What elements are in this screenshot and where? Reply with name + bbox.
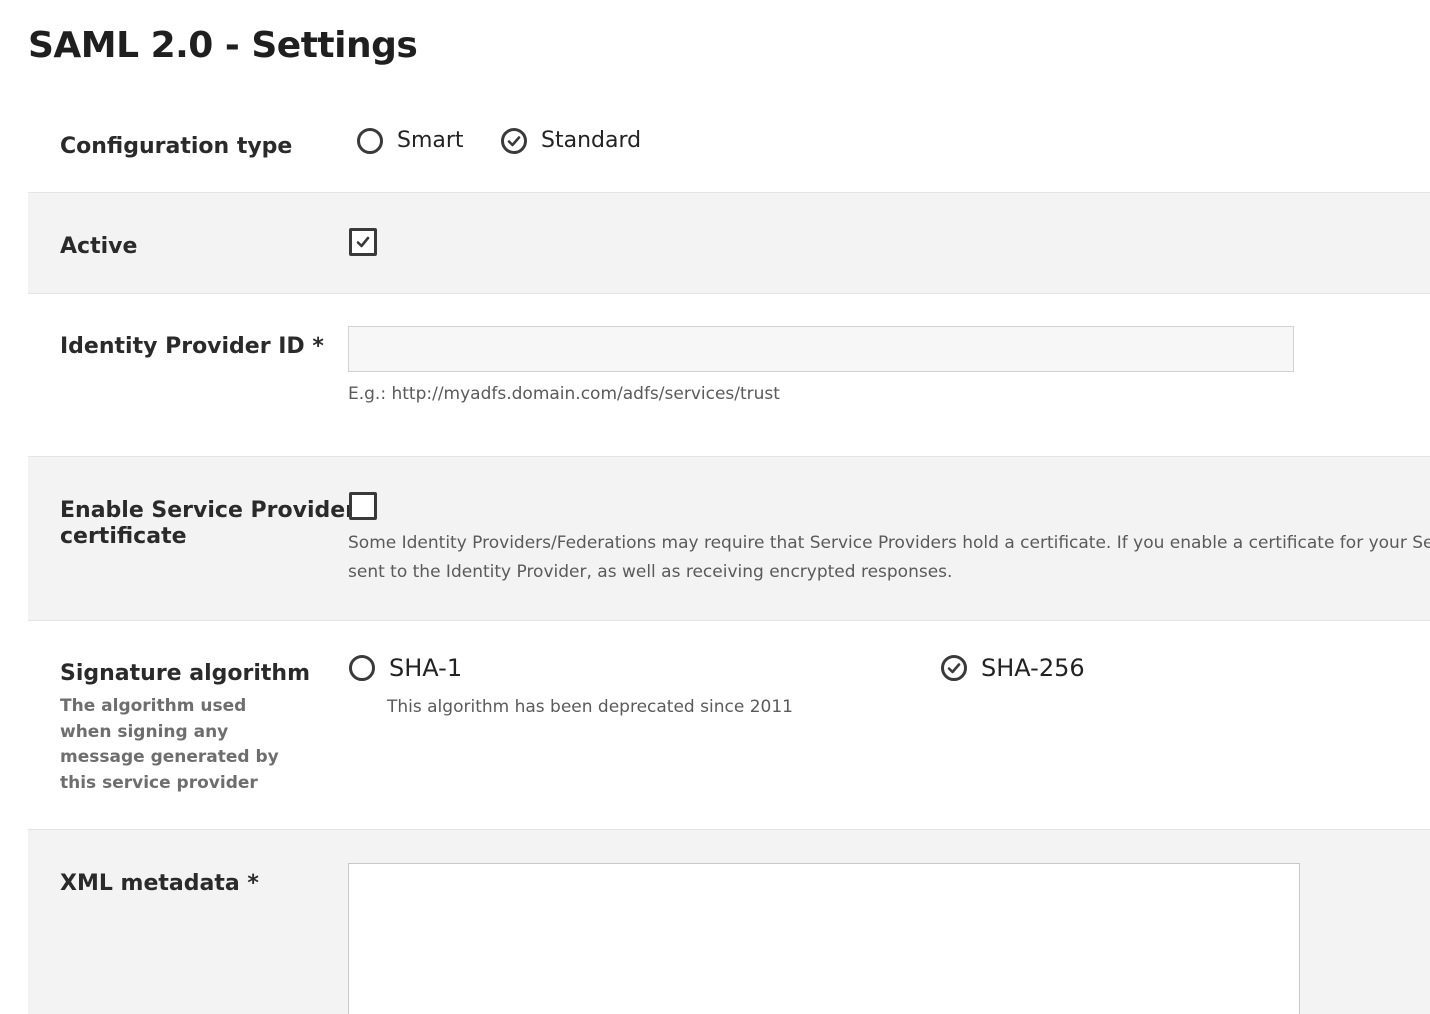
active-label: Active: [60, 234, 138, 259]
signature-description: The algorithm used when signing any mess…: [60, 696, 279, 793]
sp-certificate-label-line2: certificate: [60, 524, 187, 549]
identity-provider-hint: E.g.: http://myadfs.domain.com/adfs/serv…: [348, 384, 780, 404]
radio-sha256-label: SHA-256: [981, 654, 1085, 682]
sp-certificate-row: Enable Service Provider certificate Some…: [28, 456, 1430, 620]
sp-certificate-label: Enable Service Provider certificate: [60, 498, 356, 550]
radio-sha1-label: SHA-1: [389, 654, 463, 682]
identity-provider-row: Identity Provider ID * E.g.: http://myad…: [28, 293, 1430, 456]
page-title: SAML 2.0 - Settings: [28, 25, 418, 66]
radio-standard-label: Standard: [541, 128, 642, 153]
signature-label: Signature algorithm: [60, 661, 310, 686]
radio-sha1[interactable]: SHA-1: [349, 655, 462, 681]
signature-row: Signature algorithm The algorithm used w…: [28, 620, 1430, 829]
radio-smart[interactable]: Smart: [357, 128, 464, 154]
sha1-deprecation-note: This algorithm has been deprecated since…: [387, 697, 793, 717]
xml-metadata-label: XML metadata *: [60, 871, 259, 896]
radio-unchecked-icon[interactable]: [357, 128, 383, 154]
radio-checked-icon[interactable]: [501, 128, 527, 154]
sp-certificate-description-line2: sent to the Identity Provider, as well a…: [348, 562, 953, 582]
identity-provider-label: Identity Provider ID *: [60, 334, 324, 359]
sp-certificate-label-line1: Enable Service Provider: [60, 498, 357, 523]
settings-page: SAML 2.0 - Settings Configuration type S…: [0, 0, 1430, 1014]
radio-standard[interactable]: Standard: [501, 128, 641, 154]
radio-smart-label: Smart: [397, 128, 464, 153]
sp-certificate-description-line1: Some Identity Providers/Federations may …: [348, 533, 1430, 553]
checkmark-icon: [356, 236, 370, 248]
xml-metadata-textarea[interactable]: [348, 863, 1300, 1014]
radio-unchecked-icon[interactable]: [349, 655, 375, 681]
active-checkbox[interactable]: [349, 228, 377, 256]
sp-certificate-checkbox[interactable]: [349, 492, 377, 520]
radio-sha256[interactable]: SHA-256: [941, 655, 1085, 681]
sp-certificate-description: Some Identity Providers/Federations may …: [348, 529, 1430, 587]
radio-checked-icon[interactable]: [941, 655, 967, 681]
xml-metadata-row: XML metadata *: [28, 829, 1430, 1014]
active-row: Active: [28, 192, 1430, 293]
identity-provider-input[interactable]: [348, 326, 1294, 372]
config-type-row: Configuration type Smart Standard: [28, 96, 1430, 192]
config-type-label: Configuration type: [60, 134, 293, 159]
